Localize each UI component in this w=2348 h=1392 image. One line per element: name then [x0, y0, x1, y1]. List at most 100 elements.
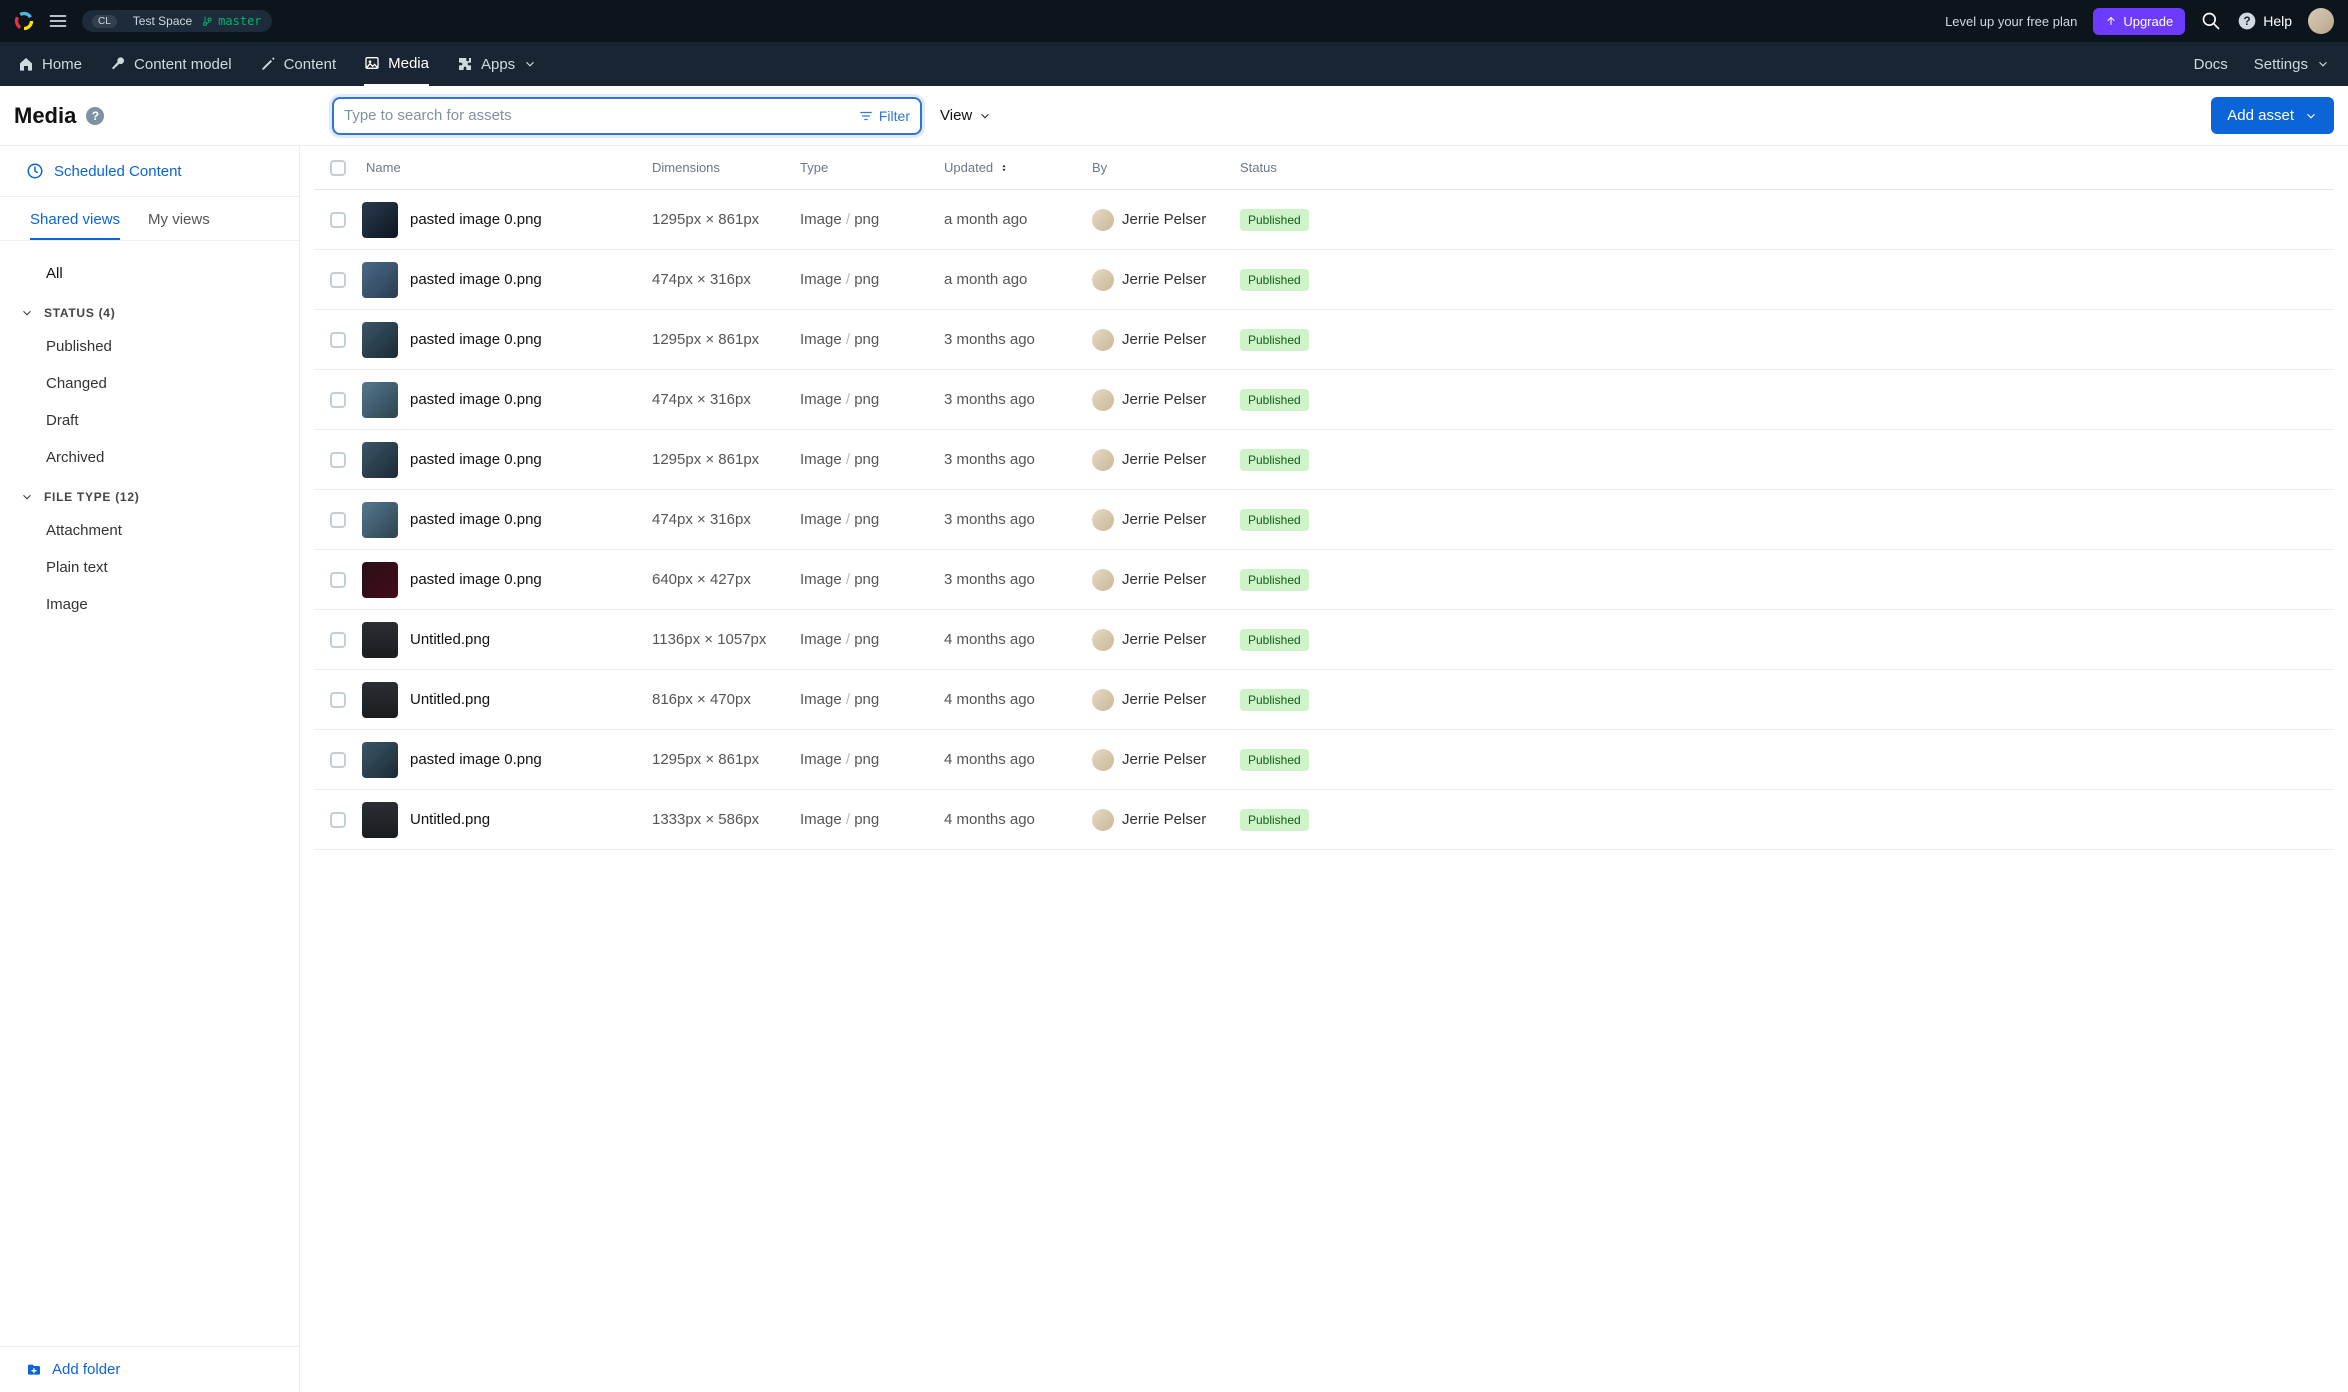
- row-checkbox-cell: [314, 752, 362, 768]
- group-header-filetype-label: FILE TYPE (12): [44, 490, 139, 504]
- row-checkbox[interactable]: [330, 392, 346, 408]
- row-updated: a month ago: [944, 211, 1092, 228]
- row-name-cell: Untitled.png: [362, 682, 652, 718]
- nav-apps[interactable]: Apps: [457, 42, 537, 86]
- sidebar-item-status[interactable]: Archived: [0, 439, 299, 476]
- sidebar-item-filetype[interactable]: Plain text: [0, 549, 299, 586]
- nav-docs[interactable]: Docs: [2194, 42, 2228, 86]
- row-checkbox[interactable]: [330, 752, 346, 768]
- search-input[interactable]: [344, 107, 859, 124]
- row-checkbox[interactable]: [330, 692, 346, 708]
- row-status: Published: [1240, 391, 1360, 408]
- row-name: Untitled.png: [410, 811, 490, 828]
- row-checkbox[interactable]: [330, 512, 346, 528]
- row-name: pasted image 0.png: [410, 751, 542, 768]
- sidebar-item-all[interactable]: All: [0, 255, 299, 292]
- nav-content-label: Content: [284, 56, 337, 73]
- sidebar-item-status[interactable]: Draft: [0, 402, 299, 439]
- row-status: Published: [1240, 511, 1360, 528]
- nav-content-model[interactable]: Content model: [110, 42, 232, 86]
- row-updated: 3 months ago: [944, 511, 1092, 528]
- th-updated[interactable]: Updated: [944, 160, 1092, 175]
- scheduled-content-link[interactable]: Scheduled Content: [0, 146, 299, 197]
- view-selector[interactable]: View: [940, 107, 992, 124]
- status-badge: Published: [1240, 809, 1309, 831]
- th-dimensions[interactable]: Dimensions: [652, 160, 800, 175]
- nav-home[interactable]: Home: [18, 42, 82, 86]
- table-row[interactable]: pasted image 0.png 474px × 316px Image /…: [314, 370, 2334, 430]
- info-help-icon[interactable]: ?: [86, 107, 104, 125]
- nav-settings-label: Settings: [2254, 56, 2308, 73]
- user-avatar[interactable]: [2308, 8, 2334, 34]
- row-status: Published: [1240, 271, 1360, 288]
- row-type: Image / png: [800, 331, 944, 348]
- sidebar-item-filetype[interactable]: Image: [0, 586, 299, 623]
- nav-media[interactable]: Media: [364, 42, 429, 86]
- row-checkbox-cell: [314, 632, 362, 648]
- tab-shared-views[interactable]: Shared views: [30, 211, 120, 240]
- row-checkbox-cell: [314, 452, 362, 468]
- table-row[interactable]: Untitled.png 1136px × 1057px Image / png…: [314, 610, 2334, 670]
- add-folder-icon: [26, 1362, 42, 1378]
- search-button[interactable]: [2201, 11, 2221, 31]
- row-checkbox[interactable]: [330, 572, 346, 588]
- row-checkbox[interactable]: [330, 812, 346, 828]
- author-avatar-icon: [1092, 629, 1114, 651]
- row-checkbox[interactable]: [330, 272, 346, 288]
- row-dimensions: 1136px × 1057px: [652, 631, 800, 648]
- row-updated: 4 months ago: [944, 811, 1092, 828]
- th-name[interactable]: Name: [362, 160, 652, 175]
- table-row[interactable]: pasted image 0.png 474px × 316px Image /…: [314, 490, 2334, 550]
- row-by: Jerrie Pelser: [1092, 749, 1240, 771]
- table-row[interactable]: Untitled.png 816px × 470px Image / png 4…: [314, 670, 2334, 730]
- nav-content[interactable]: Content: [260, 42, 337, 86]
- table-row[interactable]: pasted image 0.png 1295px × 861px Image …: [314, 430, 2334, 490]
- nav-home-label: Home: [42, 56, 82, 73]
- row-checkbox[interactable]: [330, 452, 346, 468]
- table-row[interactable]: pasted image 0.png 474px × 316px Image /…: [314, 250, 2334, 310]
- row-updated: 3 months ago: [944, 391, 1092, 408]
- nav-content-model-label: Content model: [134, 56, 232, 73]
- group-header-filetype[interactable]: FILE TYPE (12): [0, 476, 299, 512]
- row-name-cell: pasted image 0.png: [362, 322, 652, 358]
- add-asset-button[interactable]: Add asset: [2211, 97, 2334, 134]
- topbar: CL Test Space master Level up your free …: [0, 0, 2348, 42]
- table-row[interactable]: pasted image 0.png 1295px × 861px Image …: [314, 310, 2334, 370]
- author-avatar-icon: [1092, 389, 1114, 411]
- row-updated: 4 months ago: [944, 751, 1092, 768]
- help-button[interactable]: ? Help: [2237, 11, 2292, 31]
- filter-icon: [859, 109, 873, 123]
- add-folder-button[interactable]: Add folder: [0, 1346, 299, 1392]
- th-by[interactable]: By: [1092, 160, 1240, 175]
- status-badge: Published: [1240, 329, 1309, 351]
- filter-button[interactable]: Filter: [859, 108, 910, 124]
- th-status[interactable]: Status: [1240, 160, 1360, 175]
- space-selector[interactable]: CL Test Space master: [82, 10, 272, 32]
- th-updated-label: Updated: [944, 160, 993, 175]
- sidebar-item-filetype[interactable]: Attachment: [0, 512, 299, 549]
- sidebar-item-status[interactable]: Published: [0, 328, 299, 365]
- upgrade-button[interactable]: Upgrade: [2093, 8, 2185, 35]
- thumbnail-icon: [362, 742, 398, 778]
- sidebar: Scheduled Content Shared views My views …: [0, 146, 300, 1392]
- group-header-status[interactable]: STATUS (4): [0, 292, 299, 328]
- tab-my-views[interactable]: My views: [148, 211, 210, 240]
- table-row[interactable]: pasted image 0.png 1295px × 861px Image …: [314, 730, 2334, 790]
- hamburger-icon[interactable]: [48, 11, 68, 31]
- row-checkbox[interactable]: [330, 212, 346, 228]
- asset-search[interactable]: Filter: [332, 97, 922, 135]
- row-by: Jerrie Pelser: [1092, 569, 1240, 591]
- chevron-down-icon: [20, 490, 34, 504]
- table-row[interactable]: Untitled.png 1333px × 586px Image / png …: [314, 790, 2334, 850]
- row-checkbox[interactable]: [330, 332, 346, 348]
- table-row[interactable]: pasted image 0.png 640px × 427px Image /…: [314, 550, 2334, 610]
- row-name: pasted image 0.png: [410, 271, 542, 288]
- row-checkbox[interactable]: [330, 632, 346, 648]
- wrench-icon: [110, 56, 126, 72]
- sidebar-item-status[interactable]: Changed: [0, 365, 299, 402]
- th-type[interactable]: Type: [800, 160, 944, 175]
- nav-settings[interactable]: Settings: [2254, 42, 2330, 86]
- row-updated: 4 months ago: [944, 691, 1092, 708]
- select-all-checkbox[interactable]: [330, 160, 346, 176]
- table-row[interactable]: pasted image 0.png 1295px × 861px Image …: [314, 190, 2334, 250]
